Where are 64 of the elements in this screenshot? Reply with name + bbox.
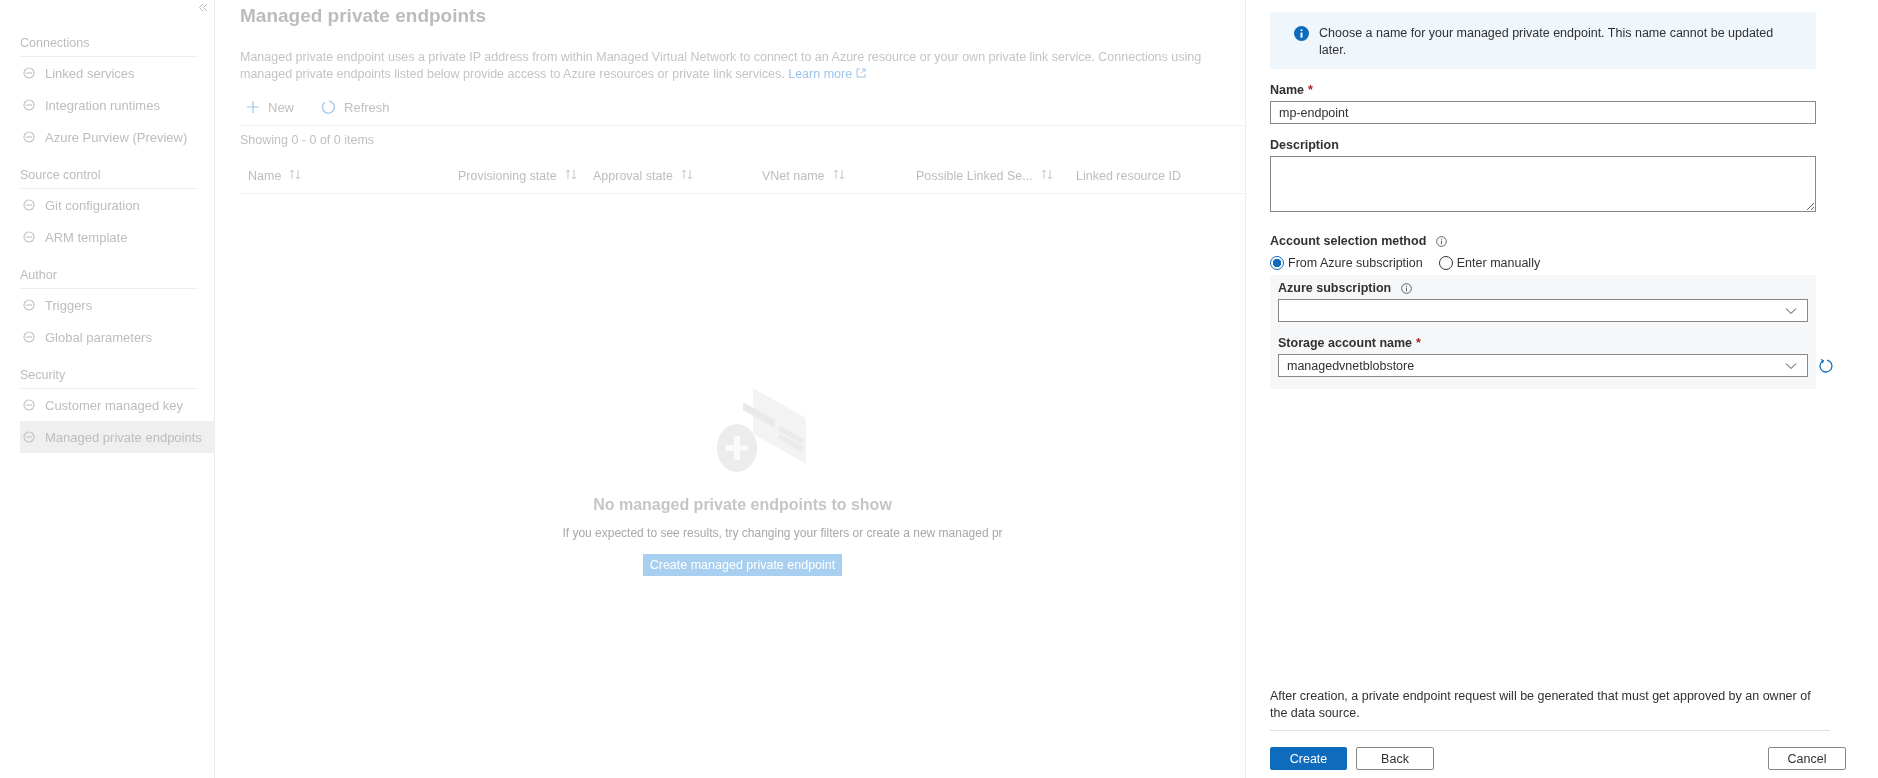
refresh-icon[interactable] bbox=[1818, 357, 1834, 374]
circle-icon bbox=[22, 98, 36, 112]
circle-icon bbox=[22, 298, 36, 312]
section-heading: Author bbox=[20, 268, 58, 284]
column-header[interactable]: Possible Linked Se... bbox=[916, 169, 1076, 183]
description-text: Managed private endpoint uses a private IP address from within Managed Virtual Network to connect to an Azure resource or your own private link service. Connections using managed private endpoints listed below provide access to Azure resources or private link services. Learn more bbox=[240, 50, 1202, 81]
column-header[interactable]: Provisioning state bbox=[458, 169, 593, 183]
page-title: Managed private endpoints bbox=[240, 5, 487, 27]
new-button[interactable]: New bbox=[240, 95, 300, 119]
back-button[interactable]: Back bbox=[1356, 747, 1434, 770]
field-label: Name bbox=[1270, 83, 1305, 97]
column-header[interactable]: Name bbox=[248, 169, 458, 183]
section-heading: Security bbox=[20, 368, 67, 384]
sidebar-item[interactable]: Integration runtimes bbox=[20, 89, 214, 121]
item-count: Showing 0 - 0 of 0 items bbox=[240, 133, 376, 147]
field-label: Storage account name bbox=[1278, 336, 1413, 350]
circle-icon bbox=[22, 66, 36, 80]
section-heading: Source control bbox=[20, 168, 102, 184]
field-label: Azure subscription bbox=[1278, 281, 1392, 295]
description-field[interactable] bbox=[1270, 156, 1816, 212]
sidebar-item[interactable]: Global parameters bbox=[20, 321, 214, 353]
column-header[interactable]: Linked resource ID bbox=[1076, 169, 1196, 183]
collapse-icon[interactable] bbox=[198, 3, 208, 12]
create-endpoint-button[interactable]: Create managed private endpoint bbox=[642, 554, 843, 576]
circle-icon bbox=[22, 430, 36, 444]
circle-icon bbox=[22, 198, 36, 212]
empty-state-text: If you expected to see results, try changing your filters or create a new managed pr bbox=[562, 526, 1003, 540]
sidebar-item[interactable]: ARM template bbox=[20, 221, 214, 253]
note-text: After creation, a private endpoint request will be generated that must get approved by an owner of the data source. bbox=[1270, 688, 1830, 731]
info-icon bbox=[1294, 26, 1309, 41]
column-header[interactable]: VNet name bbox=[762, 169, 916, 183]
circle-icon bbox=[22, 230, 36, 244]
sidebar-item[interactable]: Customer managed key bbox=[20, 389, 214, 421]
refresh-icon bbox=[320, 99, 336, 115]
sidebar-item[interactable]: Linked services bbox=[20, 57, 214, 89]
chevron-down-icon bbox=[1785, 306, 1797, 315]
circle-icon bbox=[22, 330, 36, 344]
refresh-button[interactable]: Refresh bbox=[314, 95, 396, 119]
circle-icon bbox=[22, 130, 36, 144]
info-text: Choose a name for your managed private endpoint. This name cannot be updated later. bbox=[1319, 25, 1775, 59]
info-icon bbox=[1436, 235, 1448, 247]
plus-icon bbox=[246, 100, 260, 114]
external-link-icon bbox=[855, 68, 866, 78]
radio-option[interactable]: From Azure subscription bbox=[1270, 256, 1423, 270]
field-label: Account selection method bbox=[1270, 234, 1427, 248]
field-label: Description bbox=[1270, 138, 1340, 152]
sidebar-item[interactable]: Git configuration bbox=[20, 189, 214, 221]
sidebar-item[interactable]: Triggers bbox=[20, 289, 214, 321]
subscription-dropdown[interactable] bbox=[1278, 299, 1808, 322]
radio-option[interactable]: Enter manually bbox=[1438, 256, 1541, 270]
column-header[interactable]: Approval state bbox=[593, 169, 762, 183]
chevron-down-icon bbox=[1785, 361, 1797, 370]
storage-account-dropdown[interactable]: managedvnetblobstore bbox=[1278, 354, 1808, 377]
required-mark: * bbox=[1416, 336, 1421, 350]
sidebar-item[interactable]: Azure Purview (Preview) bbox=[20, 121, 214, 153]
create-button[interactable]: Create bbox=[1270, 747, 1347, 770]
empty-state-title: No managed private endpoints to show bbox=[593, 496, 892, 514]
circle-icon bbox=[22, 398, 36, 412]
cancel-button[interactable]: Cancel bbox=[1768, 747, 1846, 770]
learn-more-link[interactable]: Learn more bbox=[788, 67, 866, 81]
required-mark: * bbox=[1308, 83, 1313, 97]
section-heading: Connections bbox=[20, 36, 91, 52]
info-icon bbox=[1401, 282, 1413, 294]
name-field[interactable]: mp-endpoint bbox=[1270, 101, 1816, 124]
